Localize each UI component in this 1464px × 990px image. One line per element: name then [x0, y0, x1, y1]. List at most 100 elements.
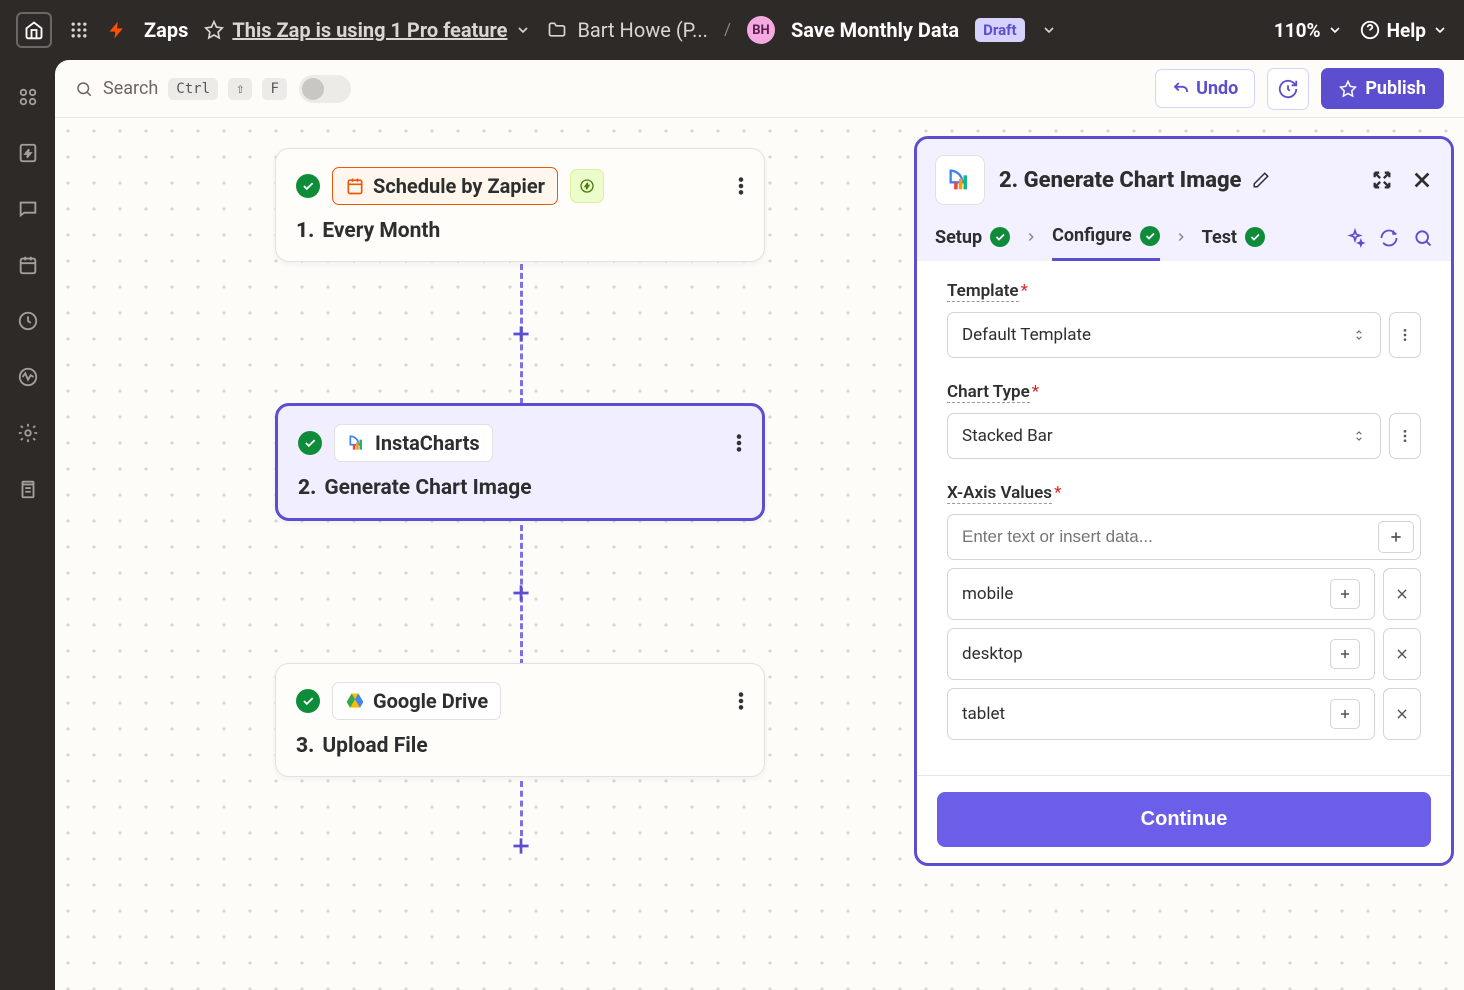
- check-icon: [298, 431, 322, 455]
- kbd-shift: ⇧: [228, 78, 252, 100]
- expand-icon[interactable]: [1371, 169, 1393, 191]
- help-icon: [1359, 19, 1381, 41]
- chevron-down-icon: [1432, 22, 1448, 38]
- path-separator: /: [724, 20, 731, 40]
- rail-calendar-icon[interactable]: [15, 252, 41, 278]
- step-more-menu[interactable]: [738, 175, 744, 197]
- rail-activity-icon[interactable]: [15, 364, 41, 390]
- chart-type-select[interactable]: Stacked Bar: [947, 413, 1381, 459]
- chevron-right-icon: [1174, 230, 1188, 256]
- step-card-3[interactable]: Google Drive 3.Upload File: [275, 663, 765, 777]
- insert-data-button[interactable]: [1330, 639, 1360, 669]
- xaxis-value-row: tablet: [947, 688, 1421, 740]
- user-avatar: BH: [747, 16, 775, 44]
- tab-setup[interactable]: Setup: [935, 227, 1010, 260]
- rail-history-icon[interactable]: [15, 308, 41, 334]
- field-options-button[interactable]: [1389, 413, 1421, 459]
- view-toggle[interactable]: [299, 75, 351, 103]
- rail-notes-icon[interactable]: [15, 196, 41, 222]
- check-icon: [296, 174, 320, 198]
- select-sort-icon: [1352, 429, 1366, 443]
- app-badge-instacharts: InstaCharts: [334, 424, 493, 462]
- template-label: Template: [947, 281, 1019, 302]
- add-step-button[interactable]: [506, 578, 536, 608]
- search-icon: [75, 80, 93, 98]
- close-icon[interactable]: [1411, 169, 1433, 191]
- googledrive-icon: [345, 691, 365, 711]
- home-icon: [24, 20, 44, 40]
- rail-bolt-icon[interactable]: [15, 140, 41, 166]
- zaps-label[interactable]: Zaps: [144, 18, 188, 42]
- tab-configure[interactable]: Configure: [1052, 225, 1160, 261]
- xaxis-label: X-Axis Values: [947, 483, 1052, 504]
- kbd-ctrl: Ctrl: [168, 78, 218, 100]
- check-icon: [990, 227, 1010, 247]
- check-icon: [296, 689, 320, 713]
- publish-button[interactable]: Publish: [1321, 68, 1444, 109]
- chevron-down-icon[interactable]: [1041, 22, 1057, 38]
- edit-icon[interactable]: [1252, 171, 1270, 189]
- redo-button[interactable]: [1267, 68, 1309, 110]
- config-panel: 2. Generate Chart Image Setup: [914, 136, 1454, 866]
- chart-icon: [347, 433, 367, 453]
- panel-title: 2. Generate Chart Image: [999, 168, 1242, 193]
- pro-feature-link[interactable]: This Zap is using 1 Pro feature: [204, 18, 531, 42]
- search-small-icon[interactable]: [1413, 228, 1433, 248]
- kbd-f: F: [262, 78, 286, 100]
- insert-data-button[interactable]: [1330, 579, 1360, 609]
- continue-button[interactable]: Continue: [937, 792, 1431, 847]
- xaxis-value[interactable]: tablet: [962, 704, 1005, 724]
- rail-versions-icon[interactable]: [15, 476, 41, 502]
- star-icon: [204, 20, 224, 40]
- step-more-menu[interactable]: [736, 432, 742, 454]
- app-badge-googledrive: Google Drive: [332, 682, 501, 720]
- remove-value-button[interactable]: [1383, 688, 1421, 740]
- xaxis-value[interactable]: mobile: [962, 584, 1013, 604]
- remove-value-button[interactable]: [1383, 628, 1421, 680]
- chevron-down-icon: [1327, 22, 1343, 38]
- redo-clock-icon: [1277, 78, 1299, 100]
- undo-icon: [1172, 80, 1190, 98]
- zap-title[interactable]: Save Monthly Data: [791, 18, 959, 42]
- tab-test[interactable]: Test: [1202, 227, 1265, 260]
- rail-apps-icon[interactable]: [15, 84, 41, 110]
- app-icon-instacharts: [935, 155, 985, 205]
- rail-settings-icon[interactable]: [15, 420, 41, 446]
- check-icon: [1245, 227, 1265, 247]
- app-badge-schedule: Schedule by Zapier: [332, 167, 558, 205]
- select-sort-icon: [1352, 328, 1366, 342]
- help-menu[interactable]: Help: [1359, 19, 1448, 42]
- insert-data-button[interactable]: [1378, 521, 1414, 553]
- step-card-1[interactable]: Schedule by Zapier 1.Every Month: [275, 148, 765, 262]
- refresh-icon[interactable]: [1379, 228, 1399, 248]
- chart-type-label: Chart Type: [947, 382, 1030, 403]
- xaxis-value-row: desktop: [947, 628, 1421, 680]
- insert-data-button[interactable]: [1330, 699, 1360, 729]
- add-step-button[interactable]: [506, 319, 536, 349]
- chevron-down-icon: [515, 22, 531, 38]
- step-more-menu[interactable]: [738, 690, 744, 712]
- apps-grid-icon[interactable]: [68, 19, 90, 41]
- step-card-2[interactable]: InstaCharts 2.Generate Chart Image: [275, 403, 765, 521]
- search-control[interactable]: Search Ctrl ⇧ F: [75, 78, 287, 100]
- star-icon: [1339, 80, 1357, 98]
- xaxis-input[interactable]: [948, 515, 1372, 559]
- sparkle-icon[interactable]: [1345, 228, 1365, 248]
- zoom-control[interactable]: 110%: [1274, 19, 1343, 42]
- template-select[interactable]: Default Template: [947, 312, 1381, 358]
- field-options-button[interactable]: [1389, 312, 1421, 358]
- chevron-right-icon: [1024, 230, 1038, 256]
- folder-name[interactable]: Bart Howe (P...: [577, 18, 708, 42]
- add-step-button[interactable]: [506, 831, 536, 861]
- zapier-bolt-icon: [106, 19, 128, 41]
- folder-icon: [547, 20, 567, 40]
- instant-badge: [570, 169, 604, 203]
- home-button[interactable]: [16, 12, 52, 48]
- undo-button[interactable]: Undo: [1155, 69, 1255, 108]
- draft-badge: Draft: [975, 18, 1024, 42]
- check-icon: [1140, 226, 1160, 246]
- xaxis-value-row: mobile: [947, 568, 1421, 620]
- xaxis-value[interactable]: desktop: [962, 644, 1023, 664]
- remove-value-button[interactable]: [1383, 568, 1421, 620]
- connector: [520, 781, 524, 836]
